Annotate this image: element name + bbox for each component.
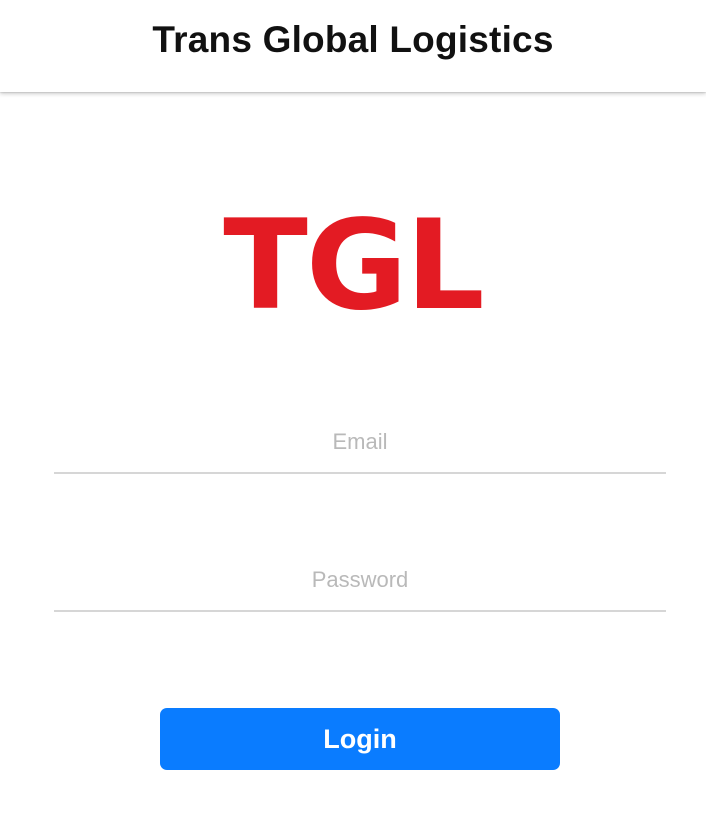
password-field[interactable] xyxy=(54,550,666,610)
email-field[interactable] xyxy=(54,412,666,472)
email-field-container xyxy=(54,412,666,474)
app-header: Trans Global Logistics xyxy=(0,0,706,92)
page-title: Trans Global Logistics xyxy=(152,19,554,60)
login-screen: Trans Global Logistics TGL Login xyxy=(0,0,706,816)
password-field-container xyxy=(54,550,666,612)
login-button[interactable]: Login xyxy=(160,708,560,770)
tgl-logo: TGL xyxy=(223,194,484,338)
